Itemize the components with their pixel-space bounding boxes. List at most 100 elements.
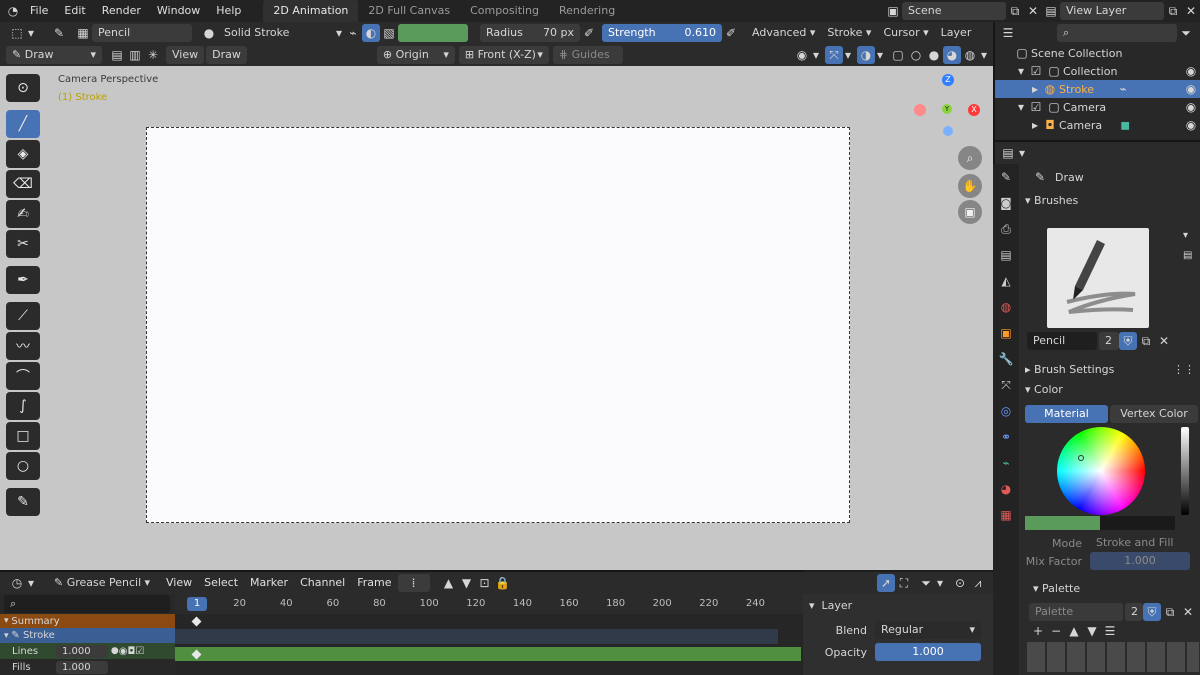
cutter-tool-icon[interactable]: ✂ [6,230,40,258]
dope-sheet-marker-menu[interactable]: Marker [244,572,294,594]
dope-sheet-editor-icon[interactable]: ◷ [8,574,26,592]
layer-up-icon[interactable]: ▲ [440,574,458,592]
frame-ruler[interactable]: 1 20 40 60 80 100 120 140 160 180 200 220 240 [175,594,803,614]
origin-select[interactable]: ⊕ Origin ▾ [376,46,455,64]
output-tab-icon[interactable]: ⎙ [993,216,1019,242]
channel-opacity-field[interactable]: 1.000 [56,660,108,674]
eye-icon[interactable]: ◉ [119,646,128,657]
radius-pressure-icon[interactable]: ✐ [580,24,598,42]
properties-editor-icon[interactable]: ▤ [999,144,1017,162]
guides-button[interactable]: ⋕ Guides [552,46,623,64]
move-up-icon[interactable]: ▲ [1065,622,1083,640]
physics-tab-icon[interactable]: ◎ [993,398,1019,424]
channel-row-summary[interactable]: ▾ Summary [0,614,175,628]
curve-tool-icon[interactable]: ∫ [6,392,40,420]
eye-icon[interactable]: ◉ [1182,62,1200,80]
eye-icon[interactable]: ◉ [1182,98,1200,116]
channel-row-lines[interactable]: Lines 1.000 ● ◉ ◘ ☑ [0,643,175,659]
brush-name-field[interactable]: Pencil [92,24,192,42]
render-tab-icon[interactable]: ◙ [993,190,1019,216]
brush-list-icon[interactable]: ▤ [1183,250,1192,261]
onion-skin-icon[interactable]: ⊡ [476,574,494,592]
view-menu[interactable]: View [166,46,205,64]
effects-tab-icon[interactable]: ⤧ [993,372,1019,398]
menu-render[interactable]: Render [94,0,149,22]
erase-tool-icon[interactable]: ⌫ [6,170,40,198]
summary-keyframe-icon[interactable] [191,616,202,627]
channel-row-stroke[interactable]: ▾ ✎ Stroke [0,628,175,643]
chevron-down-icon[interactable]: ▾ [811,46,821,64]
axis-y-icon[interactable]: Y [942,104,952,114]
secondary-color-swatch[interactable] [1100,516,1175,530]
pan-hand-icon[interactable]: ✋ [958,174,982,198]
view-layer-tab-icon[interactable]: ▤ [993,242,1019,268]
axis-z-negative-icon[interactable] [943,126,953,136]
falloff-icon[interactable]: ⩘ [969,574,987,592]
tint-tool-icon[interactable]: ✍ [6,200,40,228]
palette-grid[interactable] [1027,642,1199,672]
circle-tool-icon[interactable]: ○ [6,452,40,480]
channel-search-input[interactable]: ⌕ [4,595,170,613]
outliner-row-camera[interactable]: ▸ ◘ Camera ◼ ◉ [995,116,1200,134]
color-picker-cursor[interactable] [1078,455,1084,461]
checkbox-icon[interactable]: ☑ [1027,62,1045,80]
chevron-down-icon[interactable]: ▾ [1017,144,1027,162]
fake-user-shield-icon[interactable]: ⛨ [1119,332,1137,350]
move-down-icon[interactable]: ▼ [1083,622,1101,640]
constraints-tab-icon[interactable]: ⚭ [993,424,1019,450]
scene-icon[interactable]: ▣ [884,2,902,20]
layer-select-icon[interactable]: ⁞ [397,574,430,592]
duplicate-icon[interactable]: ⧉ [1161,603,1179,621]
material-icon[interactable]: ◐ [362,24,380,42]
axis-z-icon[interactable]: Z [942,74,954,86]
chevron-down-icon[interactable]: ▾ [843,46,853,64]
view-layer-icon[interactable]: ▤ [1042,2,1060,20]
tab-rendering[interactable]: Rendering [549,0,625,22]
axis-gizmo[interactable]: Z Y X [912,74,982,144]
axis-x-icon[interactable]: X [968,104,980,116]
zoom-icon[interactable]: ⌕ [958,146,982,170]
unlink-icon[interactable]: ✕ [1179,603,1197,621]
add-color-icon[interactable]: + [1029,622,1047,640]
new-view-layer-icon[interactable]: ⧉ [1164,2,1182,20]
tab-vertex-color[interactable]: Vertex Color [1110,405,1198,423]
layer-down-icon[interactable]: ▼ [458,574,476,592]
drag-handle-icon[interactable]: ⋮⋮ [1173,363,1195,376]
strength-pressure-icon[interactable]: ✐ [722,24,740,42]
outliner-scene-collection[interactable]: ▢ Scene Collection [995,44,1200,62]
layer-panel-header[interactable]: ▾ Layer [803,594,993,616]
fill-tool-icon[interactable]: ◈ [6,140,40,168]
scene-field[interactable]: Scene [902,2,1006,20]
chevron-down-icon[interactable]: ▾ [979,46,989,64]
box-tool-icon[interactable]: □ [6,422,40,450]
brush-settings-panel-header[interactable]: ▸ Brush Settings ⋮⋮ [1025,359,1195,379]
eye-icon[interactable]: ◉ [1182,116,1200,134]
checkbox-icon[interactable]: ☑ [1027,98,1045,116]
camera-icon[interactable]: ◘ [127,646,135,657]
snowflake-icon[interactable]: ✳ [144,46,162,64]
expand-arrow-icon[interactable]: ▸ [1029,80,1041,98]
annotate-tool-icon[interactable]: ✎ [6,488,40,516]
opacity-field[interactable]: 1.000 [875,643,981,661]
blend-select[interactable]: Regular ▾ [875,621,981,639]
eye-icon[interactable]: ◉ [1182,80,1200,98]
palette-menu-icon[interactable]: ☰ [1101,622,1119,640]
outliner-row-stroke[interactable]: ▸ ◍ Stroke ⌁ ◉ [995,80,1200,98]
brush-list-chevron-icon[interactable]: ▾ [1183,230,1188,241]
world-tab-icon[interactable]: ◍ [993,294,1019,320]
proportional-edit-icon[interactable]: ⊙ [951,574,969,592]
object-data-tab-icon[interactable]: ⌁ [993,450,1019,476]
dope-sheet-select-menu[interactable]: Select [198,572,244,594]
delete-scene-icon[interactable]: ✕ [1024,2,1042,20]
new-scene-icon[interactable]: ⧉ [1006,2,1024,20]
channel-opacity-field[interactable]: 1.000 [56,644,108,658]
keyframe-track[interactable] [175,614,803,675]
overlay-icon[interactable]: ◑ [857,46,875,64]
advanced-dropdown[interactable]: Advanced ▾ [746,24,822,42]
outliner-row-camera-collection[interactable]: ▾ ☑ ▢ Camera ◉ [995,98,1200,116]
tab-material[interactable]: Material [1025,405,1108,423]
channel-row-fills[interactable]: Fills 1.000 [0,659,175,675]
remove-color-icon[interactable]: − [1047,622,1065,640]
cursor-dropdown[interactable]: Cursor ▾ [877,24,935,42]
tab-2d-animation[interactable]: 2D Animation [263,0,359,22]
